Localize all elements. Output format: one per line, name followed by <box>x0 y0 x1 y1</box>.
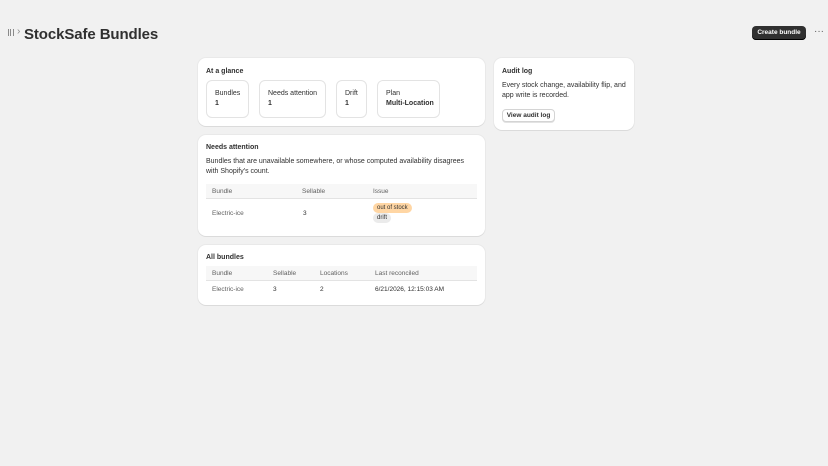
stat-label: Needs attention <box>268 90 318 97</box>
column-header-sellable: Sellable <box>273 270 297 277</box>
needs-attention-title: Needs attention <box>206 144 259 151</box>
create-bundle-button[interactable]: Create bundle <box>752 26 806 40</box>
stat-value: 1 <box>268 100 272 107</box>
all-bundles-title: All bundles <box>206 254 244 261</box>
locations-cell: 2 <box>320 286 324 293</box>
last-reconciled-cell: 6/21/2026, 12:15:03 AM <box>375 286 445 293</box>
column-header-locations: Locations <box>320 270 348 277</box>
chevron-right-icon: › <box>17 26 21 37</box>
column-header-issue: Issue <box>373 188 389 195</box>
out-of-stock-badge: out of stock <box>373 203 412 213</box>
stat-value: Multi-Location <box>386 100 434 107</box>
app-icon[interactable] <box>8 29 14 36</box>
table-header: Bundle Sellable Issue <box>206 184 477 199</box>
stat-label: Bundles <box>215 90 241 97</box>
needs-attention-description: Bundles that are unavailable somewhere, … <box>206 158 464 175</box>
stat-bundles: Bundles 1 <box>206 80 249 118</box>
needs-attention-card: Needs attention Bundles that are unavail… <box>198 135 485 236</box>
audit-log-card: Audit log Every stock change, availabili… <box>494 58 634 130</box>
audit-log-description: Every stock change, availability flip, a… <box>502 82 626 99</box>
sellable-cell: 3 <box>273 286 277 293</box>
table-row: Electric-ice 3 2 6/21/2026, 12:15:03 AM <box>206 282 477 298</box>
stat-needs-attention: Needs attention 1 <box>259 80 326 118</box>
stat-label: Plan <box>386 90 401 97</box>
at-a-glance-title: At a glance <box>206 68 244 75</box>
audit-log-title: Audit log <box>502 68 533 75</box>
stat-value: 1 <box>345 100 349 107</box>
column-header-sellable: Sellable <box>302 188 326 195</box>
stat-value: 1 <box>215 100 219 107</box>
drift-badge: drift <box>373 213 392 223</box>
column-header-last-reconciled: Last reconciled <box>375 270 419 277</box>
sellable-cell: 3 <box>303 210 307 217</box>
top-bar: › StockSafe Bundles Create bundle ··· <box>0 0 828 66</box>
more-actions-icon[interactable]: ··· <box>812 26 826 40</box>
view-audit-log-button[interactable]: View audit log <box>502 109 555 122</box>
page-title: StockSafe Bundles <box>24 26 159 43</box>
table-header: Bundle Sellable Locations Last reconcile… <box>206 266 477 281</box>
stat-drift: Drift 1 <box>336 80 367 118</box>
stat-plan: Plan Multi-Location <box>377 80 440 118</box>
all-bundles-card: All bundles Bundle Sellable Locations La… <box>198 245 485 305</box>
bundle-cell: Electric-ice <box>212 286 244 293</box>
column-header-bundle: Bundle <box>212 188 233 195</box>
column-header-bundle: Bundle <box>212 270 233 277</box>
stat-label: Drift <box>345 90 358 97</box>
table-row: Electric-ice 3 out of stock drift <box>206 200 477 226</box>
bundle-cell: Electric-ice <box>212 210 244 217</box>
